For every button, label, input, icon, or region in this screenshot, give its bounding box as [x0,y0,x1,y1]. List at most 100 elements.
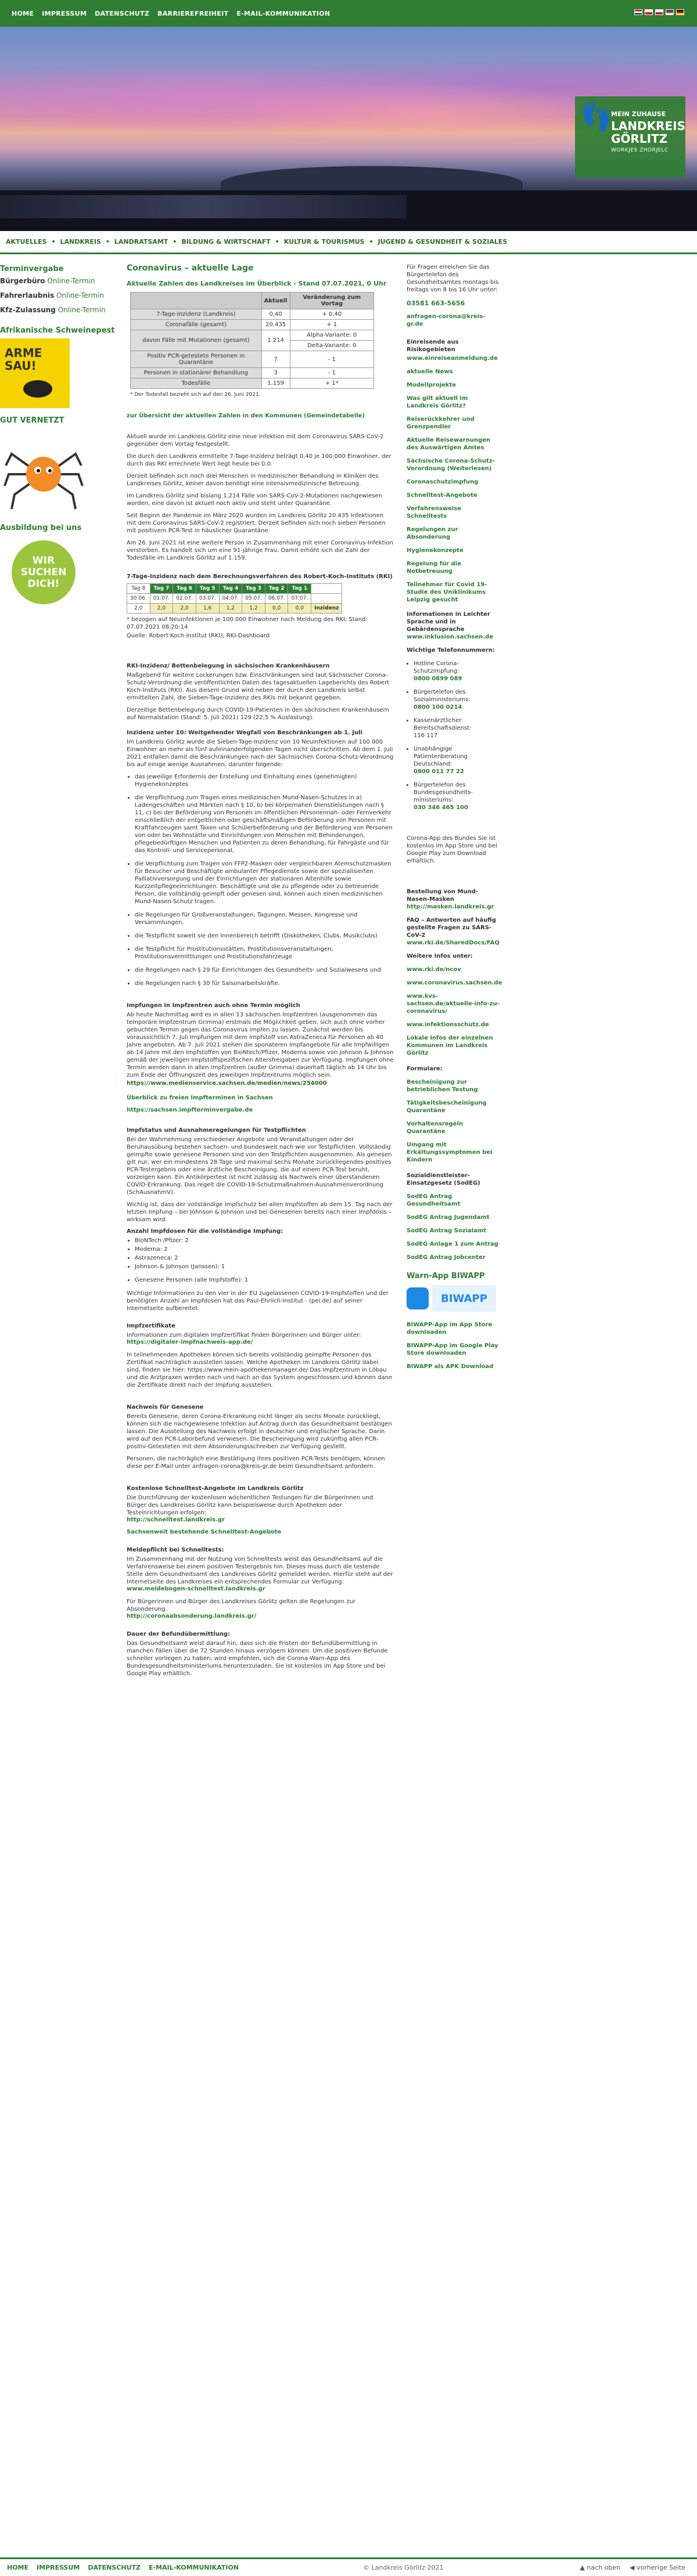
topnav-email[interactable]: E-MAIL-KOMMUNIKATION [236,10,330,17]
flag-sorb-icon[interactable] [666,9,674,15]
pest-title: Afrikanische Schweinepest [0,326,115,335]
link-modellprojekte[interactable]: Modellprojekte [407,381,500,389]
table-row: Coronafälle (gesamt) 20.435 + 1 [130,319,375,330]
footer-vorherige[interactable]: ◀ vorherige Seite [630,2564,685,2571]
para-mutationen: Im Landkreis Görlitz sind bislang 1.214 … [127,493,382,507]
coronavirus-sachsen-link[interactable]: www.coronavirus.sachsen.de [407,979,502,987]
biwapp-googleplay-link[interactable]: BIWAPP-App im Google Play Store download… [407,1342,500,1357]
topnav-impressum[interactable]: IMPRESSUM [42,10,87,17]
termin-title: Terminvergabe [0,265,64,273]
form-link[interactable]: Vorhaltensregeln Quarantäne [407,1120,500,1135]
form-link[interactable]: SodEG Antrag Sozialamt [407,1227,500,1235]
language-flags [634,9,684,15]
wir-suchen-dich-text: WIR SUCHEN DICH! [20,555,67,590]
flag-pl-icon[interactable] [655,9,663,15]
meldebogen-link[interactable]: www.meldebogen-schnelltest.landkreis.gr [127,1586,394,1592]
link-notbetreuung[interactable]: Regelung für die Notbetreuung [407,560,500,575]
para-inzidenz: Die durch den Landkreis ermittelte 7-Tag… [127,453,391,467]
topnav-datenschutz[interactable]: DATENSCHUTZ [95,10,149,17]
impfen-text: Ab heute Nachmittag wird es in allen 13 … [127,1012,394,1078]
form-link[interactable]: SodEG Antrag Jugendamt [407,1214,500,1221]
biwapp-appstore-link[interactable]: BIWAPP-App im App Store downloaden [407,1321,500,1336]
rki-source[interactable]: Quelle: Robert Koch-Institut (RKI), RKI-… [127,632,394,640]
corona-mail-link[interactable]: anfragen-corona@kreis-gr.de [407,313,500,328]
link-news[interactable]: aktuelle News [407,368,500,376]
nav-landkreis[interactable]: LANDKREIS [60,238,100,246]
table-row: 7-Tage-Inzidenz (Landkreis) 0,40 + 0,40 [130,309,375,320]
link-hygiene[interactable]: Hygienekonzepte [407,547,500,554]
form-link[interactable]: SodEG Antrag Jobcenter [407,1254,500,1261]
footer-home[interactable]: HOME [7,2564,28,2571]
absonderung-link[interactable]: http://coronaabsonderung.landkreis.gr/ [127,1613,394,1619]
impfen-link[interactable]: https://www.medienservice.sachsen.de/med… [127,1080,394,1087]
arme-sau-banner[interactable]: ARME SAU! [0,338,70,408]
gemeindetabelle-link[interactable]: zur Übersicht der aktuellen Zahlen in de… [127,413,394,419]
list-item: die Regelungen nach § 30 für Saisonarbei… [135,980,394,987]
link-studie[interactable]: Teilnehmer für Covid 19-Studie des Unikl… [407,581,500,604]
kvs-link[interactable]: www.kvs-sachsen.de/aktuelle-info-zu-coro… [407,993,500,1015]
link-impfung[interactable]: Coronaschutzimpfung [407,478,500,486]
buergertelefon-phone[interactable]: 03581 663-5656 [407,300,500,307]
link-buergerbuero[interactable]: Bürgerbüro Online-Termin [0,277,119,286]
para-behandlung: Derzeit befinden sich noch drei Menschen… [127,473,379,487]
nav-bildung[interactable]: BILDUNG & WIRTSCHAFT [181,238,270,246]
link-verfahrensweise[interactable]: Verfahrensweise Schnelltests [407,505,500,520]
page-subtitle: Aktuelle Zahlen des Landkreises im Überb… [127,280,387,287]
nav-kultur[interactable]: KULTUR & TOURISMUS [284,238,365,246]
schnelltest-link[interactable]: http://schnelltest.landkreis.gr [127,1517,394,1523]
impfen-title: Impfungen in Impfzentren auch ohne Termi… [127,1002,300,1009]
spider-icon[interactable] [0,431,87,518]
link-schutzverordnung[interactable]: Sächsische Corona-Schutz-Verordnung (Wei… [407,457,500,472]
wir-suchen-dich-badge[interactable]: WIR SUCHEN DICH! [12,540,76,604]
table-row: Personen in stationärer Behandlung 3- 1 [130,367,375,378]
footer-nach-oben[interactable]: ▲ nach oben [580,2564,620,2571]
footer-email[interactable]: E-MAIL-KOMMUNIKATION [149,2564,239,2571]
nav-jugend[interactable]: JUGEND & GESUNDHEIT & SOZIALES [378,238,508,246]
link-kfz[interactable]: Kfz-Zulassung Online-Termin [0,306,119,315]
link-absonderung[interactable]: Regelungen zur Absonderung [407,526,500,541]
faq-link[interactable]: www.rki.de/SharedDocs/FAQ [407,939,500,947]
rki-link[interactable]: www.rki.de/ncov [407,966,500,973]
footer-datenschutz[interactable]: DATENSCHUTZ [88,2564,141,2571]
nav-landratsamt[interactable]: LANDRATSAMT [114,238,168,246]
landscape-water [0,195,407,218]
landkreis-logo[interactable]: 👣 MEIN ZUHAUSE LANDKREIS GÖRLITZ WORKJES … [575,96,685,178]
form-link[interactable]: SodEG Anlage 1 zum Antrag [407,1240,500,1248]
schnelltest-title: Kostenlose Schnelltest-Angebote im Landk… [127,1485,304,1492]
hero-banner: 👣 MEIN ZUHAUSE LANDKREIS GÖRLITZ WORKJES … [0,27,697,231]
topnav-barrierefreiheit[interactable]: BARRIEREFREIHEIT [157,10,228,17]
left-sidebar: Terminvergabe Bürgerbüro Online-Termin F… [0,259,119,604]
form-link[interactable]: SodEG Antrag Gesundheitsamt [407,1193,500,1208]
flag-en-icon[interactable] [634,9,642,15]
einreise-link[interactable]: www.einreiseanmeldung.de [407,355,500,362]
link-was-gilt[interactable]: Was gilt aktuell im Landkreis Görlitz? [407,395,500,410]
footer-impressum[interactable]: IMPRESSUM [37,2564,80,2571]
form-link[interactable]: Bescheinigung zur betrieblichen Testung [407,1078,500,1094]
impftermine-link[interactable]: https://sachsen.impfterminvergabe.de [127,1107,394,1113]
biwapp-logo[interactable]: BIWAPP [407,1285,500,1312]
link-reisewarnungen[interactable]: Aktuelle Reisewarnungen des Auswärtigen … [407,436,500,452]
zertifikate-link[interactable]: https://digitaler-impfnachweis-app.de/ [127,1339,394,1345]
genesene-text2: Personen, die nachträglich eine Bestätig… [127,1456,385,1470]
corona-app-text: Corona-App des Bundes Sie ist kostenlos … [407,835,497,864]
lokale-infos-link[interactable]: Lokale Infos der einzelnen Kommunen im L… [407,1034,500,1057]
impftermine-title: Überblick zu freien Impfterminen in Sach… [127,1095,273,1101]
schnelltest-sachsen-link[interactable]: Sachsenweit bestehende Schnelltest-Angeb… [127,1529,394,1535]
list-item: die Testpflicht für Prostitutionsstätten… [135,946,394,961]
masken-link[interactable]: http://masken.landkreis.gr [407,903,500,911]
form-link[interactable]: Tätigkeitsbescheinigung Quarantäne [407,1099,500,1114]
link-schnelltest[interactable]: Schnelltest-Angebote [407,492,500,499]
ausnahmen-list: das jeweilige Erfordernis der Erstellung… [135,773,394,987]
infektionsschutz-link[interactable]: www.infektionsschutz.de [407,1021,500,1029]
link-fahrerlaubnis[interactable]: Fahrerlaubnis Online-Termin [0,291,119,300]
topnav-home[interactable]: HOME [12,10,34,17]
biwapp-apk-link[interactable]: BIWAPP als APK Download [407,1363,500,1370]
nav-aktuelles[interactable]: AKTUELLES [6,238,46,246]
flag-de-icon[interactable] [676,9,684,15]
list-item: die Regelungen nach § 29 für Einrichtung… [135,966,394,974]
impfstatus-text2: Wichtig ist, dass der vollständige Impfs… [127,1202,393,1223]
link-reiserueckkehrer[interactable]: Reiserückkehrer und Grenzpendler [407,416,500,431]
inklusion-link[interactable]: www.inklusion.sachsen.de [407,633,500,641]
form-link[interactable]: Umgang mit Erkältungssymptomen bei Kinde… [407,1141,500,1164]
flag-cz-icon[interactable] [645,9,653,15]
